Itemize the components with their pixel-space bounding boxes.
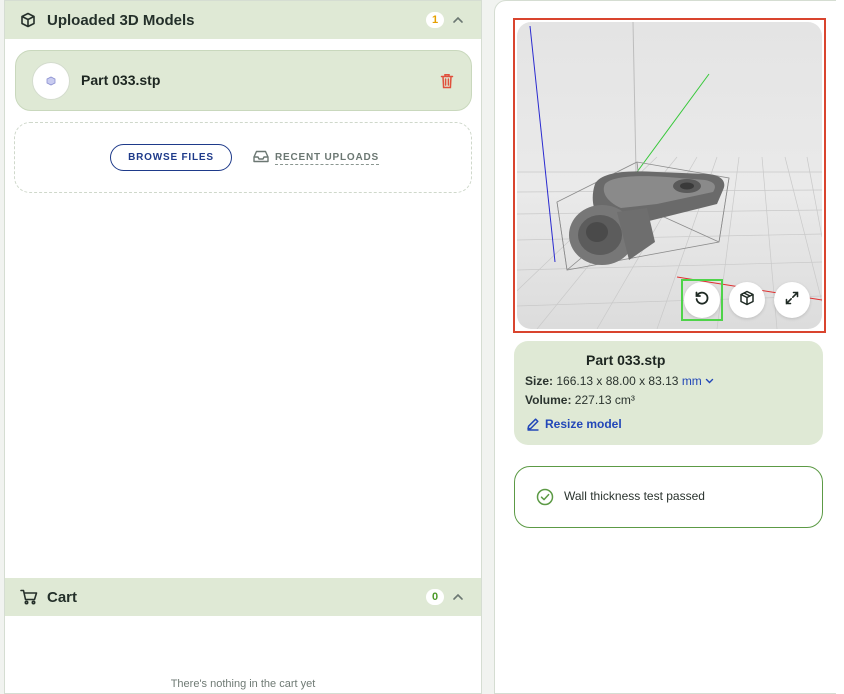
cart-icon	[20, 588, 38, 606]
cart-title: Cart	[47, 588, 78, 606]
trash-icon[interactable]	[440, 73, 454, 89]
volume-row: Volume: 227.13 cm³	[525, 393, 635, 407]
uploaded-models-title: Uploaded 3D Models	[47, 11, 195, 29]
box-view-button[interactable]	[729, 282, 765, 318]
chevron-up-icon[interactable]	[451, 13, 465, 27]
unit-value: mm	[681, 374, 702, 388]
size-label: Size:	[525, 374, 554, 388]
box-view-icon	[739, 290, 755, 311]
size-value: 166.13 x 88.00 x 83.13	[556, 374, 679, 388]
pencil-icon	[526, 417, 540, 431]
wall-thickness-card: Wall thickness test passed	[514, 466, 823, 528]
reset-view-highlight	[681, 279, 723, 321]
check-circle-icon	[536, 488, 554, 511]
model-info-card: Part 033.stp Size: 166.13 x 88.00 x 83.1…	[514, 341, 823, 445]
volume-label: Volume:	[525, 393, 572, 407]
file-drop-zone[interactable]: BROWSE FILES RECENT UPLOADS	[14, 122, 472, 193]
browse-files-button[interactable]: BROWSE FILES	[110, 144, 232, 171]
uploaded-models-header[interactable]: Uploaded 3D Models 1	[5, 1, 481, 39]
model-name: Part 033.stp	[81, 72, 161, 88]
model-thumbnail	[32, 62, 70, 100]
resize-model-link[interactable]: Resize model	[526, 417, 622, 431]
volume-value: 227.13 cm³	[574, 393, 635, 407]
chevron-down-icon	[705, 374, 714, 388]
chevron-up-icon[interactable]	[451, 590, 465, 604]
fullscreen-button[interactable]	[774, 282, 810, 318]
recent-uploads-label: RECENT UPLOADS	[275, 151, 379, 165]
recent-uploads-link[interactable]: RECENT UPLOADS	[253, 150, 379, 166]
left-panel: Uploaded 3D Models 1 Part 033.stp BROWSE…	[4, 0, 482, 694]
size-row: Size: 166.13 x 88.00 x 83.13 mm	[525, 374, 714, 388]
unit-select[interactable]: mm	[682, 374, 714, 388]
uploaded-count-badge: 1	[426, 12, 444, 28]
model-card[interactable]: Part 033.stp	[15, 50, 472, 111]
model-info-name: Part 033.stp	[586, 352, 666, 368]
viewer-canvas[interactable]	[517, 22, 822, 329]
empty-cart-message: There's nothing in the cart yet	[170, 678, 316, 690]
cart-header[interactable]: Cart 0	[5, 578, 481, 616]
cart-count-badge: 0	[426, 589, 444, 605]
wall-thickness-status: Wall thickness test passed	[564, 489, 705, 503]
inbox-icon	[253, 150, 269, 166]
right-edge-panel	[836, 0, 844, 694]
viewer-scene	[517, 22, 822, 329]
expand-icon	[784, 290, 800, 311]
cube-icon	[20, 11, 38, 29]
resize-model-label: Resize model	[545, 417, 622, 431]
